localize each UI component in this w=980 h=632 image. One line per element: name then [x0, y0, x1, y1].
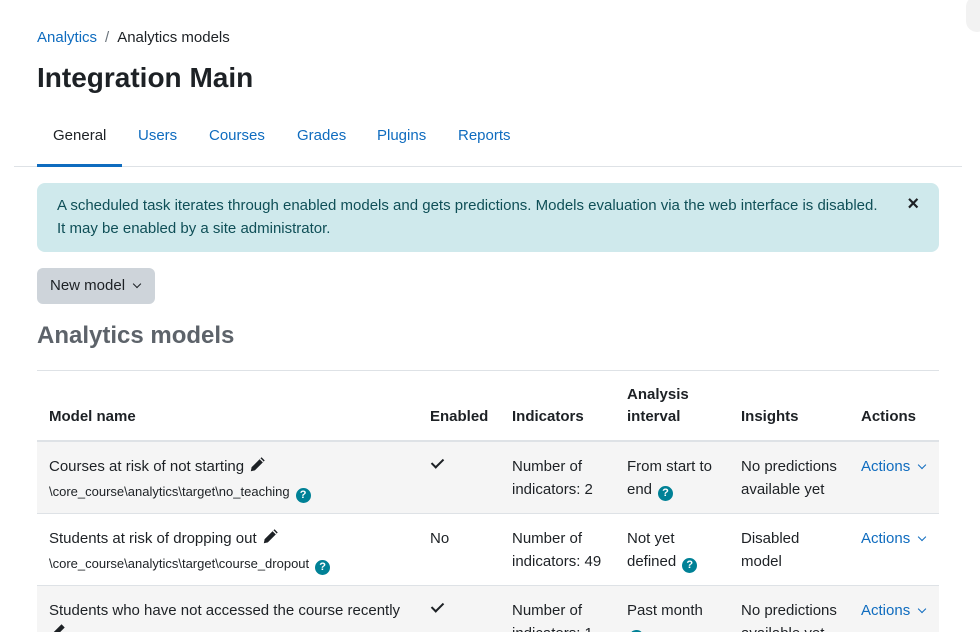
check-icon [430, 455, 445, 469]
header-model-name: Model name [49, 408, 136, 425]
header-insights: Insights [741, 408, 799, 425]
model-name-cell: Students who have not accessed the cours… [49, 599, 400, 632]
scroll-indicator [966, 0, 980, 32]
header-enabled: Enabled [430, 408, 489, 425]
model-target: \core_course\analytics\target\no_teachin… [49, 480, 311, 503]
header-analysis-line-1: Analysis [627, 386, 689, 403]
section-title: Analytics models [37, 322, 235, 349]
indicators-link[interactable]: Number of indicators: 1 [512, 599, 593, 632]
actions-menu[interactable]: Actions [861, 455, 927, 478]
chevron-down-icon [917, 532, 927, 542]
header-indicators: Indicators [512, 408, 584, 425]
model-name-cell: Courses at risk of not starting \core_co… [49, 455, 311, 503]
model-name: Students at risk of dropping out [49, 530, 257, 547]
enabled-cell [430, 455, 445, 478]
close-icon[interactable]: × [907, 193, 919, 216]
table-row: Students who have not accessed the cours… [37, 586, 939, 632]
table-row: Students at risk of dropping out \core_c… [37, 514, 939, 586]
model-name: Courses at risk of not starting [49, 458, 245, 475]
header-actions: Actions [861, 408, 917, 425]
chevron-down-icon [917, 460, 927, 470]
tab-courses[interactable]: Courses [193, 116, 281, 166]
alert-line-2: It may be enabled by a site administrato… [57, 220, 331, 237]
tab-general[interactable]: General [37, 116, 123, 167]
tab-plugins[interactable]: Plugins [361, 116, 442, 166]
table-header: Model name Enabled Indicators Analysis i… [37, 371, 939, 442]
model-name: Students who have not accessed the cours… [49, 602, 401, 619]
breadcrumb: Analytics / Analytics models [37, 29, 230, 46]
pencil-icon[interactable] [249, 456, 266, 480]
enabled-cell: No [430, 530, 450, 547]
tab-grades[interactable]: Grades [281, 116, 362, 166]
insights-cell: Disabled model [741, 530, 800, 570]
alert-line-1: A scheduled task iterates through enable… [57, 197, 878, 214]
course-tabs: General Users Courses Grades Plugins Rep… [14, 116, 962, 167]
insights-cell: No predictions available yet [741, 602, 837, 632]
help-icon[interactable]: ? [658, 486, 674, 501]
help-icon[interactable]: ? [295, 488, 311, 503]
check-icon [430, 599, 445, 613]
indicators-link[interactable]: Number of indicators: 2 [512, 455, 593, 501]
chevron-down-icon [132, 279, 142, 289]
breadcrumb-separator: / [105, 29, 110, 46]
page-title: Integration Main [37, 62, 254, 93]
interval-cell: Not yet defined? [627, 527, 698, 573]
help-icon[interactable]: ? [315, 560, 331, 575]
insights-cell: No predictions available yet [741, 458, 837, 498]
interval-cell: Past month ? [627, 599, 703, 632]
help-icon[interactable]: ? [682, 558, 698, 573]
header-analysis-interval: Analysis interval [627, 384, 689, 428]
pencil-icon[interactable] [49, 623, 66, 632]
breadcrumb-analytics-link[interactable]: Analytics [37, 29, 97, 46]
table-row: Courses at risk of not starting \core_co… [37, 442, 939, 514]
actions-menu[interactable]: Actions [861, 599, 927, 622]
model-target: \core_course\analytics\target\course_dro… [49, 552, 331, 575]
model-name-cell: Students at risk of dropping out \core_c… [49, 527, 331, 575]
breadcrumb-current: Analytics models [117, 29, 230, 46]
enabled-cell [430, 599, 445, 622]
info-alert: A scheduled task iterates through enable… [37, 183, 939, 252]
interval-cell: From start to end? [627, 458, 713, 501]
pencil-icon[interactable] [262, 528, 279, 552]
new-model-label: New model [50, 277, 126, 294]
new-model-button[interactable]: New model [37, 268, 155, 304]
header-analysis-line-2: interval [627, 408, 681, 425]
analytics-models-table: Model name Enabled Indicators Analysis i… [37, 370, 939, 632]
chevron-down-icon [917, 604, 927, 614]
tab-reports[interactable]: Reports [442, 116, 527, 166]
actions-menu[interactable]: Actions [861, 527, 927, 550]
indicators-link[interactable]: Number of indicators: 49 [512, 527, 601, 573]
tab-users[interactable]: Users [122, 116, 193, 166]
